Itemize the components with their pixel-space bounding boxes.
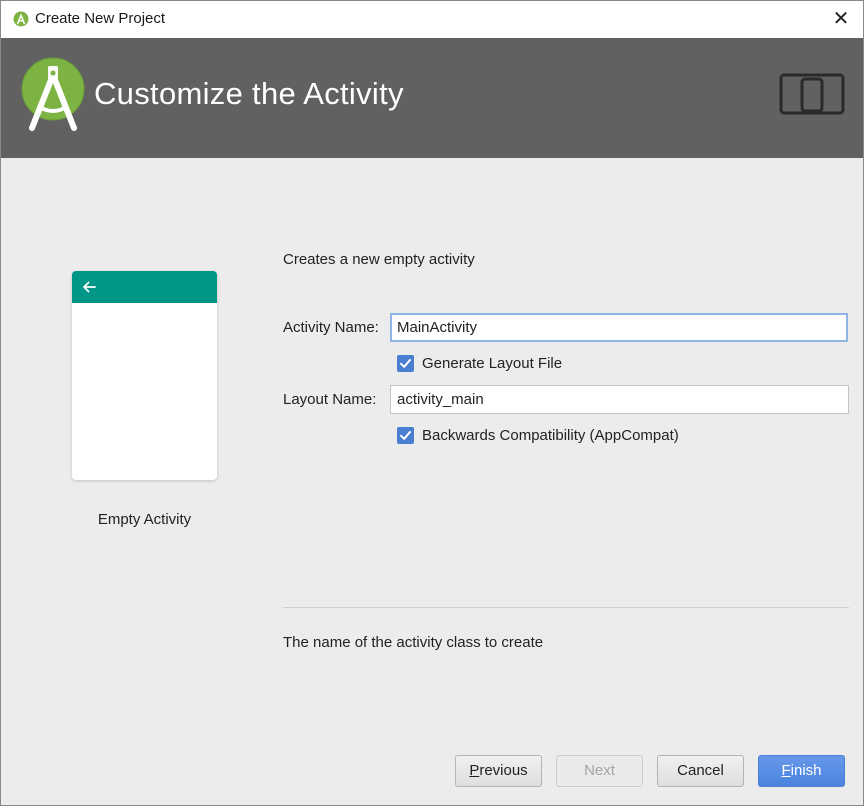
finish-button[interactable]: Finish bbox=[758, 755, 845, 787]
activity-name-input[interactable] bbox=[390, 313, 848, 342]
generate-layout-label: Generate Layout File bbox=[422, 355, 563, 372]
previous-button[interactable]: Previous bbox=[455, 755, 542, 787]
cancel-button[interactable]: Cancel bbox=[657, 755, 744, 787]
tablet-phone-devices-icon bbox=[779, 73, 845, 115]
window-title: Create New Project bbox=[35, 10, 166, 27]
generate-layout-checkbox[interactable] bbox=[397, 355, 414, 372]
close-button[interactable]: ✕ bbox=[827, 5, 855, 33]
previous-label: revious bbox=[479, 762, 528, 779]
header-banner: Customize the Activity bbox=[1, 38, 863, 158]
title-bar: Create New Project ✕ bbox=[1, 1, 863, 38]
divider bbox=[283, 607, 849, 608]
preview-app-bar bbox=[72, 271, 217, 303]
generate-layout-checkbox-row[interactable]: Generate Layout File bbox=[397, 354, 597, 374]
backwards-compat-checkbox[interactable] bbox=[397, 427, 414, 444]
backwards-compat-checkbox-row[interactable]: Backwards Compatibility (AppCompat) bbox=[397, 426, 707, 446]
activity-description: Creates a new empty activity bbox=[283, 251, 475, 268]
preview-label: Empty Activity bbox=[97, 511, 192, 528]
close-icon: ✕ bbox=[832, 8, 850, 30]
checkmark-icon bbox=[400, 431, 411, 440]
create-project-dialog: Create New Project ✕ Customize the Activ… bbox=[0, 0, 864, 806]
help-text: The name of the activity class to create bbox=[283, 634, 544, 651]
layout-name-input[interactable] bbox=[390, 385, 849, 414]
backwards-compat-label: Backwards Compatibility (AppCompat) bbox=[422, 427, 679, 444]
layout-name-label: Layout Name: bbox=[283, 391, 377, 408]
page-heading: Customize the Activity bbox=[94, 76, 404, 111]
finish-mnemonic: F bbox=[781, 762, 791, 779]
android-studio-small-icon bbox=[13, 11, 29, 27]
next-label: Next bbox=[584, 762, 615, 779]
next-button[interactable]: Next bbox=[556, 755, 643, 787]
activity-name-label: Activity Name: bbox=[283, 319, 379, 336]
previous-mnemonic: P bbox=[469, 762, 480, 779]
android-studio-logo-icon bbox=[21, 57, 85, 131]
cancel-label: Cancel bbox=[677, 762, 724, 779]
checkmark-icon bbox=[400, 359, 411, 368]
activity-preview-card bbox=[72, 271, 217, 480]
arrow-back-icon bbox=[83, 281, 96, 293]
finish-label: inish bbox=[790, 762, 822, 779]
